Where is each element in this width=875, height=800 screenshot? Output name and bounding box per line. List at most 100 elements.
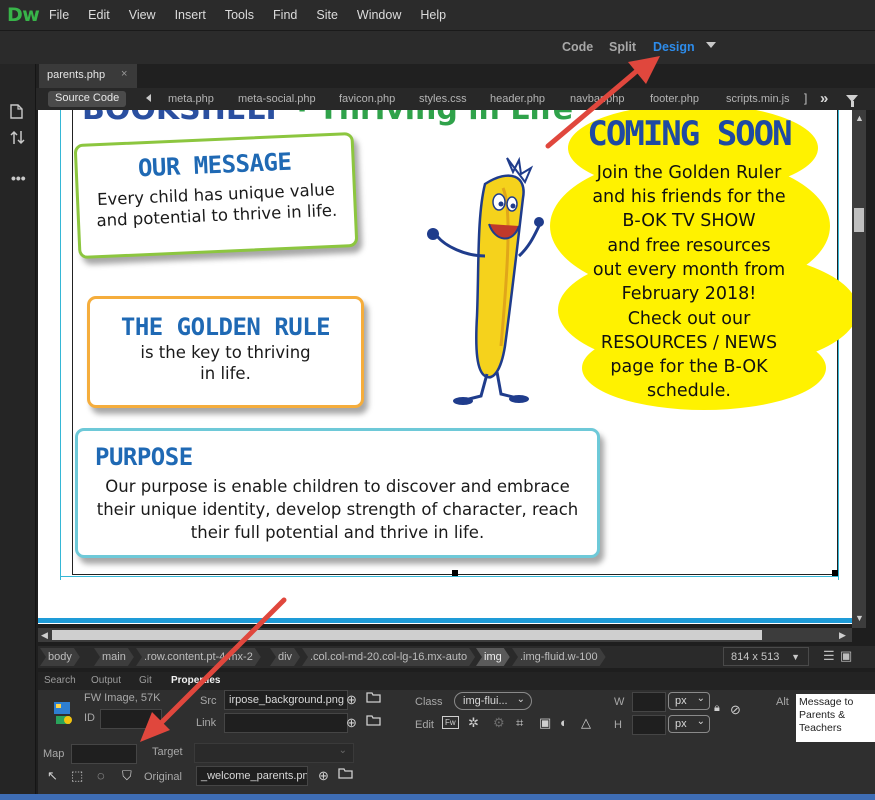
scroll-down-icon[interactable]: ▼ [855,613,864,623]
resize-handle[interactable] [452,570,458,576]
menu-tools[interactable]: Tools [225,8,254,22]
related-file[interactable]: footer.php [650,93,699,105]
point-to-file-icon[interactable]: ⊕ [346,715,357,731]
width-unit-value: px [675,695,687,707]
map-field[interactable] [71,744,137,764]
our-message-card: OUR MESSAGE Every child has unique value… [73,131,359,260]
link-label: Link [196,717,217,729]
edit-settings-icon[interactable]: ✲ [468,715,479,731]
rectangle-hotspot-icon[interactable]: ⬚ [71,768,83,784]
related-file[interactable]: styles.css [419,93,467,105]
browse-folder-icon[interactable] [366,714,381,729]
coming-soon-line: Join the Golden Ruler [596,163,782,183]
width-unit-select[interactable]: px ⌄ [668,692,710,710]
class-select[interactable]: img-flui... ⌄ [454,692,532,710]
menu-view[interactable]: View [129,8,156,22]
tab-output[interactable]: Output [91,675,121,686]
menu-edit[interactable]: Edit [88,8,110,22]
file-transfer-icon[interactable] [10,130,26,148]
filter-icon[interactable] [846,95,858,107]
menu-file[interactable]: File [49,8,69,22]
related-files-end-marker: ] [804,91,808,105]
close-tab-icon[interactable]: × [121,68,127,80]
scroll-right-arrow-icon[interactable]: ▶ [839,630,846,641]
split-view-button[interactable]: Split [609,40,636,54]
original-field[interactable]: _welcome_parents.png [196,766,308,786]
tag-body[interactable]: body [40,648,80,666]
page-headline: BOOKSHELF · Thriving in Life [82,110,573,127]
view-mode-dropdown-icon[interactable] [706,42,716,48]
vertical-scrollbar[interactable]: ▲ ▼ [852,110,866,628]
vertical-scroll-thumb[interactable] [854,208,864,232]
pointer-hotspot-icon[interactable]: ↖ [47,768,58,784]
golden-ruler-mascot-image [427,156,544,405]
code-view-button[interactable]: Code [562,40,593,54]
menu-find[interactable]: Find [273,8,297,22]
resample-icon[interactable]: ▣ [539,715,551,731]
scroll-left-icon[interactable] [146,94,151,102]
height-field[interactable] [632,715,666,735]
height-unit-select[interactable]: px ⌄ [668,715,710,733]
menu-insert[interactable]: Insert [175,8,206,22]
circle-hotspot-icon[interactable]: ◌ [97,768,105,783]
reset-size-icon[interactable]: ⊘ [730,702,741,718]
source-code-button[interactable]: Source Code [48,91,127,107]
menu-help[interactable]: Help [420,8,446,22]
related-file[interactable]: scripts.min.js [726,93,790,105]
tag-div[interactable]: div [270,648,300,666]
scroll-up-icon[interactable]: ▲ [855,113,864,123]
related-file[interactable]: navbar.php [570,93,624,105]
point-to-file-icon[interactable]: ⊕ [346,692,357,708]
window-size-select[interactable]: 814 x 513 ▼ [723,647,809,666]
more-options-icon[interactable]: ••• [11,170,26,186]
chevron-down-icon: ⌄ [696,693,705,704]
update-from-original-icon[interactable]: ⚙ [493,715,505,731]
polygon-hotspot-icon[interactable]: ⛉ [122,768,132,784]
related-file[interactable]: header.php [490,93,545,105]
fireworks-edit-icon[interactable]: Fw [442,716,459,729]
sharpen-icon[interactable]: △ [581,715,591,731]
lock-icon[interactable]: 🔒︎ [714,702,720,715]
tag-row-content[interactable]: .row.content.pt-4.mx-2 [136,648,261,666]
src-field[interactable]: irpose_background.png [224,690,348,710]
horizontal-scroll-thumb[interactable] [52,630,762,640]
tag-selector-bar: body main .row.content.pt-4.mx-2 div .co… [38,646,875,668]
brightness-contrast-icon[interactable]: ◐ [560,715,568,730]
related-file[interactable]: favicon.php [339,93,395,105]
golden-rule-title: THE GOLDEN RULE [120,313,331,341]
more-files-icon[interactable]: » [820,90,828,107]
menu-window[interactable]: Window [357,8,401,22]
tab-properties[interactable]: Properties [171,675,220,686]
id-field[interactable] [100,709,162,729]
link-field[interactable] [224,713,348,733]
scroll-left-arrow-icon[interactable]: ◀ [41,630,48,641]
horizontal-scrollbar[interactable]: ◀ ▶ [38,628,852,642]
left-toolbar: ••• [0,64,36,800]
purpose-line: their full potential and thrive in life. [190,523,485,542]
live-view-icon[interactable]: ▣ [840,648,852,664]
options-menu-icon[interactable]: ☰ [823,648,835,664]
tag-main[interactable]: main [94,648,134,666]
target-select[interactable]: ⌄ [194,743,354,763]
related-file[interactable]: meta.php [168,93,214,105]
tag-col[interactable]: .col.col-md-20.col-lg-16.mx-auto [302,648,475,666]
tag-img-class[interactable]: .img-fluid.w-100 [512,648,606,666]
related-file[interactable]: meta-social.php [238,93,316,105]
browse-folder-icon[interactable] [366,691,381,706]
alt-text-field[interactable]: Message to Parents & Teachers [796,694,875,742]
tag-img[interactable]: img [476,648,510,666]
menu-site[interactable]: Site [316,8,338,22]
tab-search[interactable]: Search [44,675,76,686]
document-tab[interactable]: parents.php × [39,64,137,88]
menu-bar: Dw File Edit View Insert Tools Find Site… [0,0,875,30]
browse-folder-icon[interactable] [338,767,353,782]
point-to-file-icon[interactable]: ⊕ [318,768,329,784]
width-field[interactable] [632,692,666,712]
resize-handle[interactable] [832,570,838,576]
design-view-button[interactable]: Design [653,40,695,54]
crop-icon[interactable]: ⌗ [516,715,523,731]
new-document-icon[interactable] [10,104,23,122]
design-view-canvas[interactable]: BOOKSHELF · Thriving in Life OUR MESSAGE… [38,110,852,614]
tab-git[interactable]: Git [139,675,152,686]
map-label: Map [43,748,65,760]
